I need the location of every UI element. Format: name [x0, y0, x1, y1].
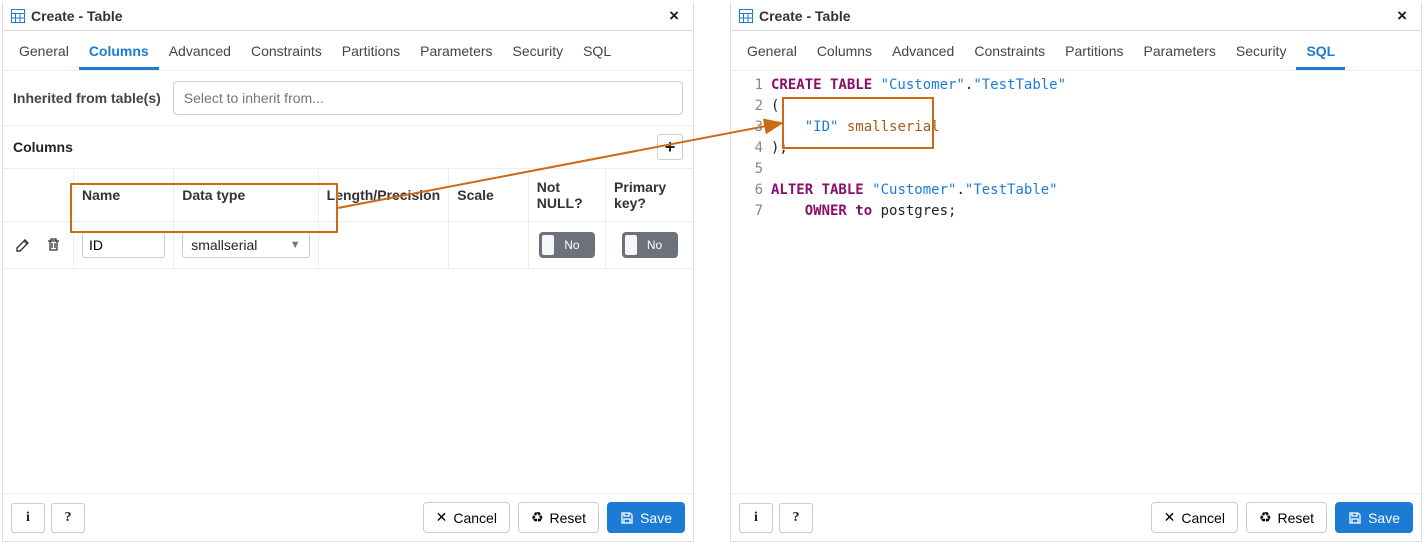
add-column-button[interactable]: + — [657, 134, 683, 160]
tab-advanced[interactable]: Advanced — [159, 37, 241, 70]
code-line — [771, 159, 1421, 180]
code-line: "ID" smallserial — [771, 117, 1421, 138]
tab-columns[interactable]: Columns — [79, 37, 159, 70]
columns-heading: Columns — [13, 139, 73, 155]
tab-sql[interactable]: SQL — [1296, 37, 1345, 70]
dialog-footer: i ? ✕ Cancel ♻ Reset Save — [731, 493, 1421, 541]
header-datatype: Data type — [174, 169, 318, 222]
inherit-label: Inherited from table(s) — [13, 90, 161, 106]
columns-table: Name Data type Length/Precision Scale No… — [3, 169, 693, 269]
header-notnull: Not NULL? — [528, 169, 605, 222]
tab-constraints[interactable]: Constraints — [241, 37, 332, 70]
column-datatype-select[interactable]: smallserial ▼ — [182, 232, 309, 258]
tab-general[interactable]: General — [9, 37, 79, 70]
info-button[interactable]: i — [739, 503, 773, 533]
inherit-input[interactable] — [173, 81, 683, 115]
tab-constraints[interactable]: Constraints — [964, 37, 1055, 70]
close-x-icon: ✕ — [436, 509, 448, 526]
column-header-row: Name Data type Length/Precision Scale No… — [3, 169, 693, 222]
sql-body: 1 2 3 4 5 6 7 CREATE TABLE "Customer"."T… — [731, 71, 1421, 493]
tab-general[interactable]: General — [737, 37, 807, 70]
dialog-title: Create - Table — [759, 8, 851, 24]
column-name-input[interactable] — [82, 232, 165, 258]
create-table-dialog-right: Create - Table × General Columns Advance… — [730, 2, 1422, 542]
close-x-icon: ✕ — [1164, 509, 1176, 526]
tab-advanced[interactable]: Advanced — [882, 37, 964, 70]
column-length-cell[interactable] — [318, 222, 449, 269]
tab-parameters[interactable]: Parameters — [1134, 37, 1226, 70]
code-line: ALTER TABLE "Customer"."TestTable" — [771, 180, 1421, 201]
tab-partitions[interactable]: Partitions — [1055, 37, 1133, 70]
tab-sql[interactable]: SQL — [573, 37, 621, 70]
tab-columns[interactable]: Columns — [807, 37, 882, 70]
delete-row-icon[interactable] — [41, 233, 65, 257]
cancel-button[interactable]: ✕ Cancel — [423, 502, 510, 533]
create-table-dialog-left: Create - Table × General Columns Advance… — [2, 2, 694, 542]
help-button[interactable]: ? — [51, 503, 85, 533]
sql-editor[interactable]: 1 2 3 4 5 6 7 CREATE TABLE "Customer"."T… — [731, 71, 1421, 222]
table-row: smallserial ▼ No No — [3, 222, 693, 269]
column-scale-cell[interactable] — [449, 222, 529, 269]
table-icon — [739, 9, 753, 23]
titlebar: Create - Table × — [3, 2, 693, 31]
help-button[interactable]: ? — [779, 503, 813, 533]
close-icon[interactable]: × — [1391, 6, 1413, 26]
header-scale: Scale — [449, 169, 529, 222]
save-disk-icon — [620, 511, 634, 525]
save-button[interactable]: Save — [1335, 502, 1413, 533]
recycle-icon: ♻ — [531, 509, 544, 526]
primarykey-toggle[interactable]: No — [622, 232, 678, 258]
code-line: ); — [771, 138, 1421, 159]
notnull-toggle[interactable]: No — [539, 232, 595, 258]
reset-button[interactable]: ♻ Reset — [518, 502, 599, 533]
close-icon[interactable]: × — [663, 6, 685, 26]
info-button[interactable]: i — [11, 503, 45, 533]
code-area: CREATE TABLE "Customer"."TestTable" ( "I… — [771, 75, 1421, 222]
header-length: Length/Precision — [318, 169, 449, 222]
tab-partitions[interactable]: Partitions — [332, 37, 410, 70]
column-datatype-value: smallserial — [191, 237, 257, 253]
edit-row-icon[interactable] — [11, 233, 35, 257]
tabs: General Columns Advanced Constraints Par… — [731, 31, 1421, 71]
tab-security[interactable]: Security — [503, 37, 574, 70]
titlebar: Create - Table × — [731, 2, 1421, 31]
header-name: Name — [74, 169, 174, 222]
reset-button[interactable]: ♻ Reset — [1246, 502, 1327, 533]
columns-body: Inherited from table(s) Columns + Name D… — [3, 71, 693, 493]
line-gutter: 1 2 3 4 5 6 7 — [731, 75, 771, 222]
table-icon — [11, 9, 25, 23]
code-line: OWNER to postgres; — [771, 201, 1421, 222]
dialog-footer: i ? ✕ Cancel ♻ Reset Save — [3, 493, 693, 541]
header-pk: Primary key? — [606, 169, 693, 222]
recycle-icon: ♻ — [1259, 509, 1272, 526]
dialog-title: Create - Table — [31, 8, 123, 24]
tabs: General Columns Advanced Constraints Par… — [3, 31, 693, 71]
tab-security[interactable]: Security — [1226, 37, 1297, 70]
code-line: ( — [771, 96, 1421, 117]
chevron-down-icon: ▼ — [290, 239, 301, 251]
save-button[interactable]: Save — [607, 502, 685, 533]
code-line: CREATE TABLE "Customer"."TestTable" — [771, 75, 1421, 96]
tab-parameters[interactable]: Parameters — [410, 37, 502, 70]
cancel-button[interactable]: ✕ Cancel — [1151, 502, 1238, 533]
save-disk-icon — [1348, 511, 1362, 525]
